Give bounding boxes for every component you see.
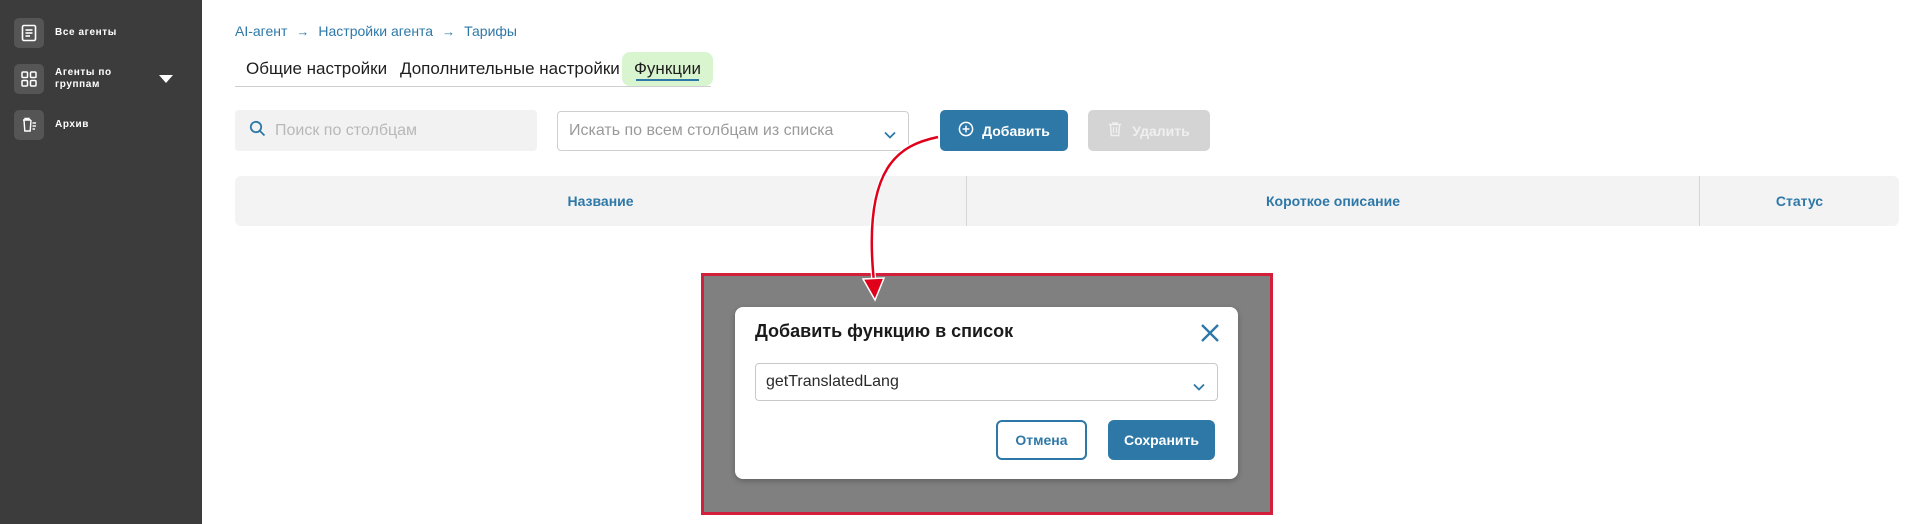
search-field[interactable] [235, 110, 537, 151]
save-button[interactable]: Сохранить [1108, 420, 1215, 460]
sidebar-item-agents-by-groups[interactable]: Агенты по группам [14, 64, 173, 94]
add-button-label: Добавить [982, 122, 1050, 139]
column-header-status[interactable]: Статус [1700, 176, 1899, 226]
breadcrumb-item[interactable]: Настройки агента [318, 23, 433, 39]
sidebar-item-label: Агенты по группам [55, 67, 112, 90]
add-button[interactable]: Добавить [940, 110, 1068, 151]
tab-bar: Общие настройки Дополнительные настройки… [235, 52, 713, 87]
grid-icon [14, 64, 44, 94]
sidebar-item-label: Архив [55, 119, 90, 130]
add-function-dialog: Добавить функцию в список getTranslatedL… [735, 307, 1238, 479]
close-icon[interactable] [1200, 323, 1220, 343]
breadcrumb: AI-агент → Настройки агента → Тарифы [235, 23, 517, 39]
breadcrumb-item[interactable]: AI-агент [235, 23, 287, 39]
arrow-right-icon: → [296, 23, 310, 39]
arrow-right-icon: → [442, 23, 456, 39]
breadcrumb-item-current[interactable]: Тарифы [464, 23, 517, 39]
search-input[interactable] [275, 121, 525, 140]
cancel-button[interactable]: Отмена [996, 420, 1087, 460]
tab-label: Функции [634, 59, 701, 78]
sidebar-item-archive[interactable]: Архив [14, 110, 143, 140]
column-header-name[interactable]: Название [235, 176, 966, 226]
column-filter-placeholder: Искать по всем столбцам из списка [569, 122, 834, 139]
delete-button-label: Удалить [1132, 122, 1190, 139]
sidebar-item-all-agents[interactable]: Все агенты [14, 18, 143, 48]
table-header: Название Короткое описание Статус [235, 176, 1899, 226]
column-filter-select[interactable]: Искать по всем столбцам из списка [557, 111, 909, 151]
tab-additional-settings[interactable]: Дополнительные настройки [400, 52, 620, 86]
chevron-down-icon [1193, 378, 1205, 396]
search-icon [249, 120, 266, 142]
function-select-value: getTranslatedLang [766, 373, 899, 390]
trash-icon [1108, 121, 1122, 140]
chevron-down-icon[interactable] [159, 75, 173, 83]
document-list-icon [14, 18, 44, 48]
function-select[interactable]: getTranslatedLang [755, 363, 1218, 401]
chevron-down-icon [884, 126, 896, 144]
delete-button[interactable]: Удалить [1088, 110, 1210, 151]
active-tab-indicator [636, 79, 699, 81]
plus-circle-icon [958, 121, 974, 140]
column-header-short-description[interactable]: Короткое описание [967, 176, 1699, 226]
sidebar-item-label: Все агенты [55, 27, 117, 38]
tab-functions[interactable]: Функции [622, 52, 713, 86]
dialog-title: Добавить функцию в список [755, 321, 1014, 341]
archive-trash-icon [14, 110, 44, 140]
tab-general-settings[interactable]: Общие настройки [246, 52, 387, 86]
sidebar: Все агенты Агенты по группам Архив [0, 0, 202, 524]
